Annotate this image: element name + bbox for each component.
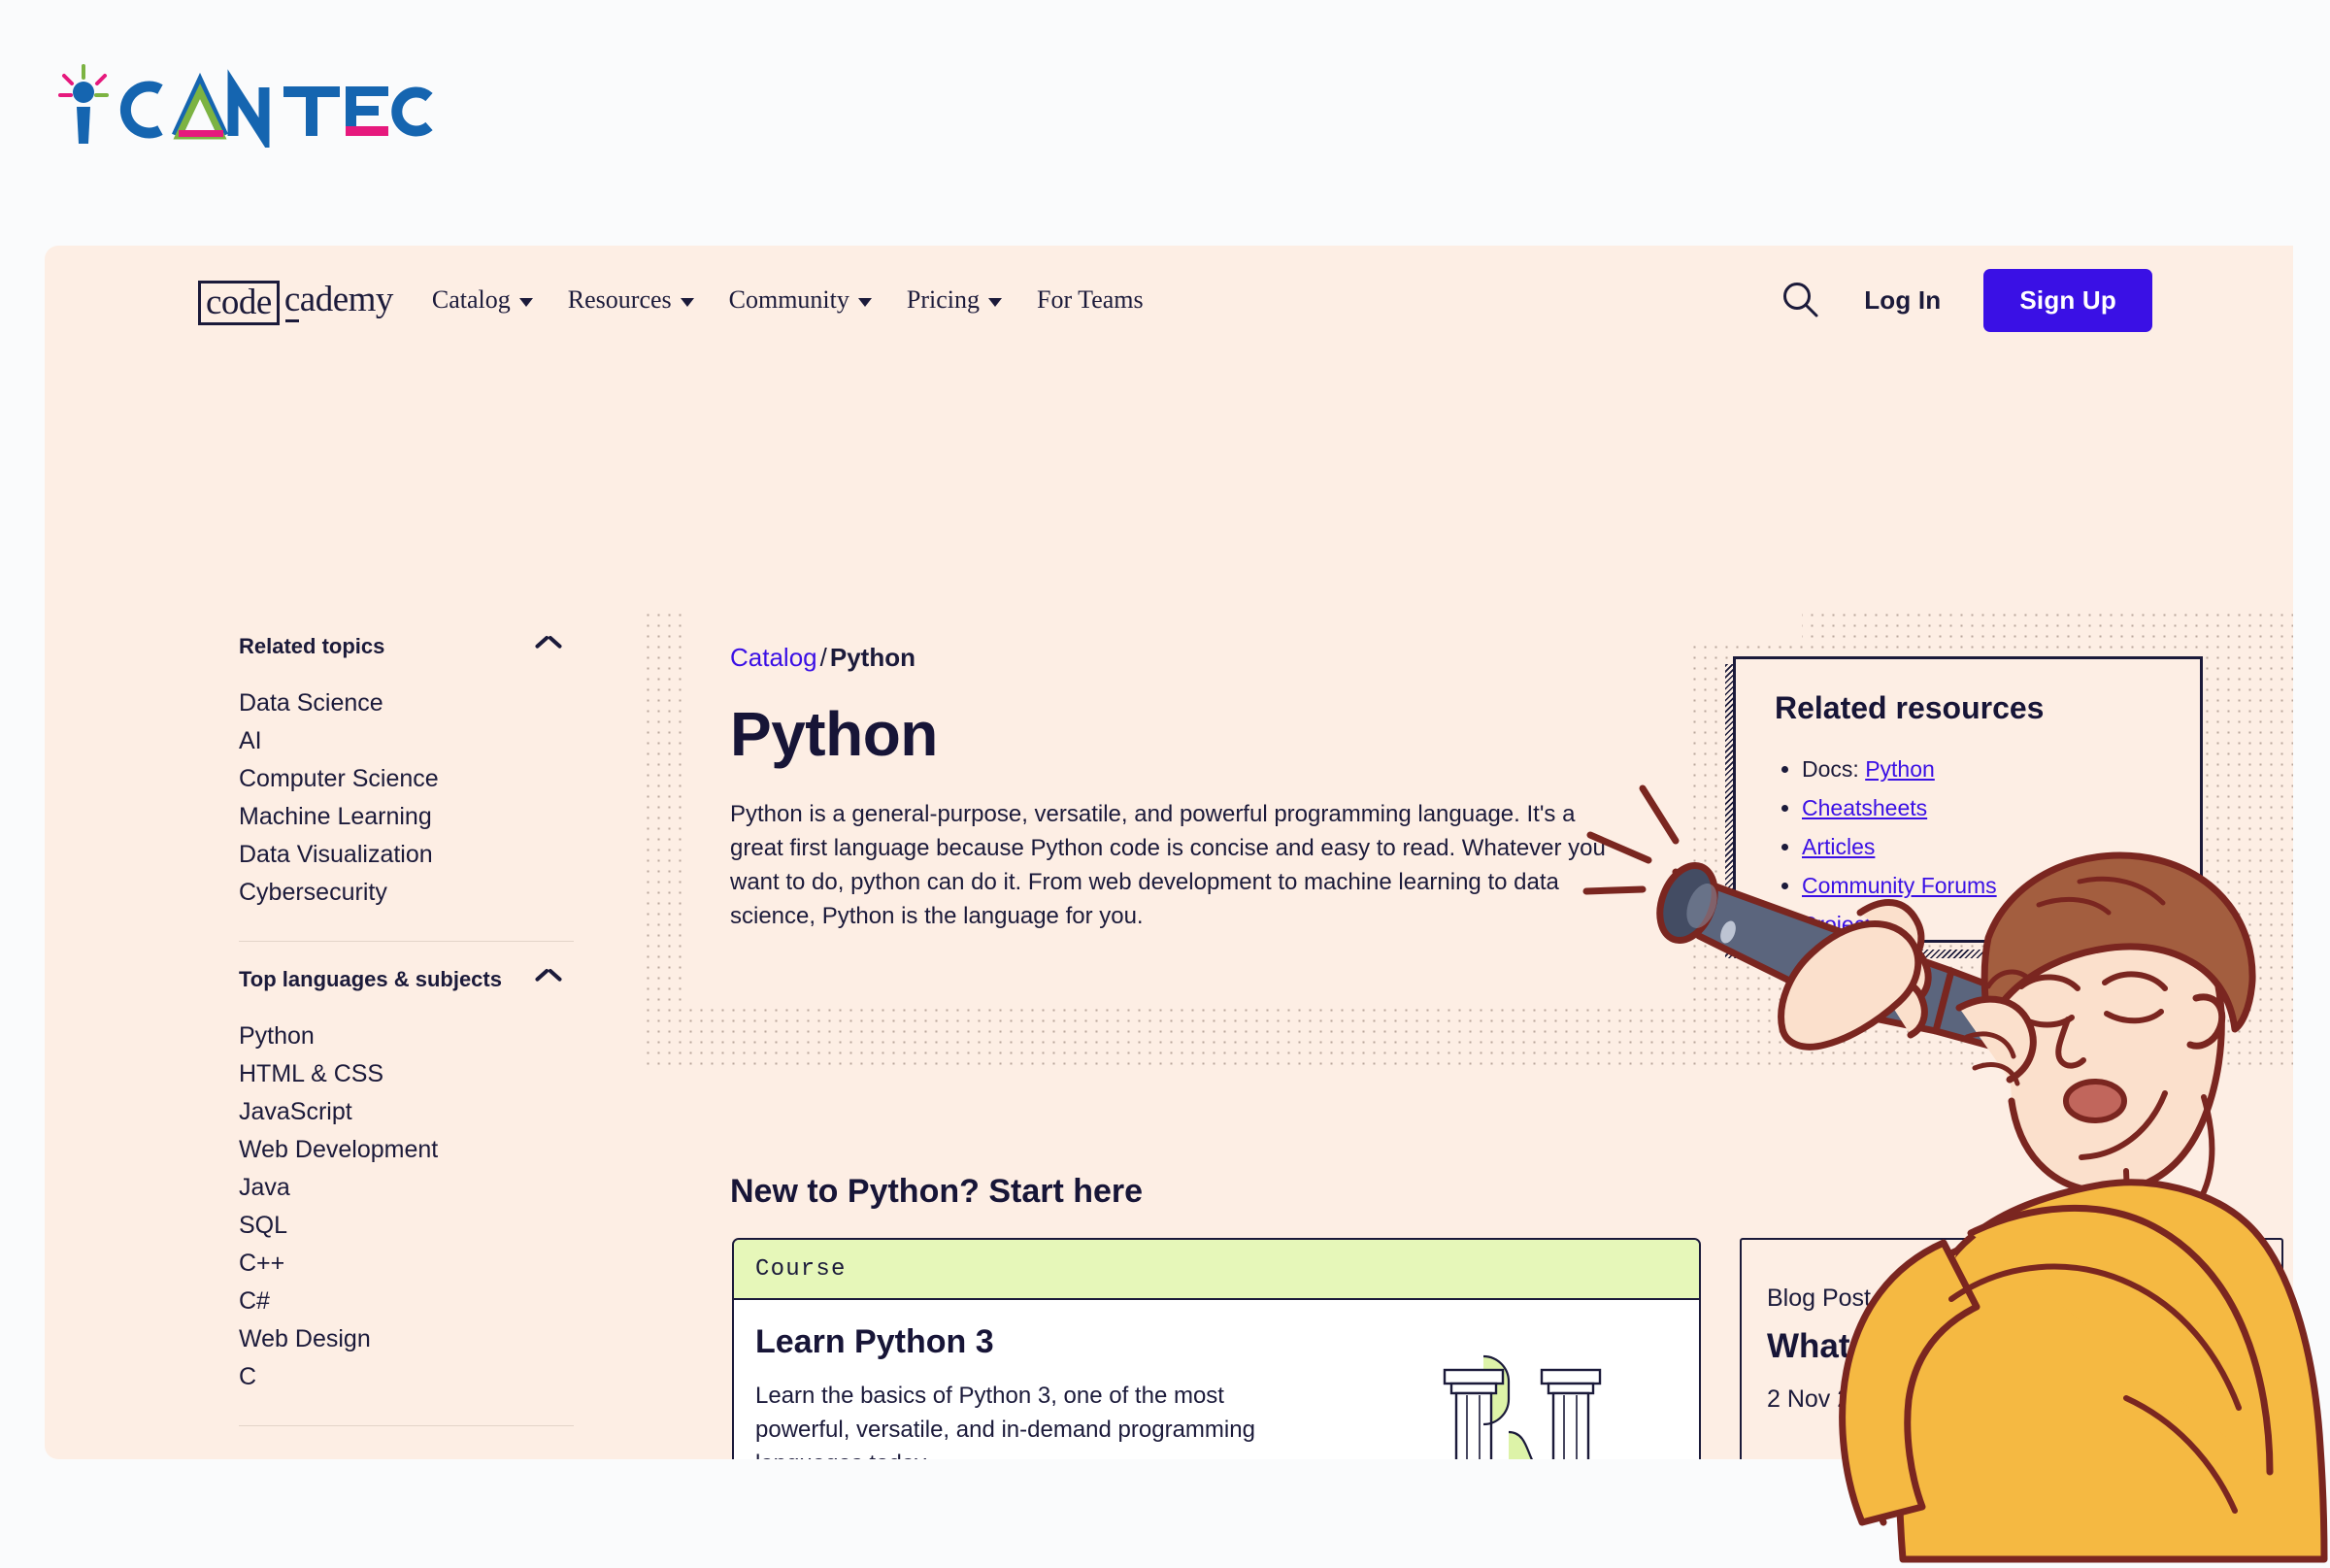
related-resources-list: Docs: Python Cheatsheets Articles Commun… [1802,750,1997,944]
search-icon-graphic [1783,283,1818,317]
breadcrumb-separator: / [819,643,827,672]
course-badge-label: Course [755,1255,847,1283]
related-resource-community-forums-link[interactable]: Community Forums [1802,873,1997,898]
nav-item-community[interactable]: Community [729,285,872,315]
nav-item-for-teams-label: For Teams [1037,285,1144,314]
sidebar-item-data-visualization[interactable]: Data Visualization [239,836,579,874]
greek-columns-icon [1433,1339,1617,1459]
breadcrumb-catalog-link[interactable]: Catalog [730,643,817,672]
brand-header [0,0,2330,248]
catalog-sidebar: Related topics Data Science AI Computer … [239,634,579,1459]
blog-post-title: What is Python used for? [1767,1327,2177,1365]
codecademy-app-panel: code cademy Catalog Resources Community P… [45,246,2293,1459]
related-resources-card: Related resources Docs: Python Cheatshee… [1733,656,2203,943]
related-resource-item-projects: Projects [1802,905,1997,944]
signup-button[interactable]: Sign Up [1983,268,2152,332]
chevron-up-icon[interactable] [536,640,561,653]
sidebar-divider [239,941,574,942]
course-badge-bar: Course [734,1240,1699,1300]
sidebar-section-title-top-languages: Top languages & subjects [239,967,502,991]
sidebar-item-ai[interactable]: AI [239,722,579,760]
nav-links: Catalog Resources Community Pricing For … [432,285,1144,315]
sidebar-item-c[interactable]: C [239,1358,579,1396]
nav-item-resources-label: Resources [567,285,672,314]
icantech-logo[interactable] [58,60,437,148]
nav-item-community-label: Community [728,285,849,314]
course-card[interactable]: Course Learn Python 3 Learn the basics o… [732,1238,1701,1459]
codecademy-logo-rest: cademy [280,282,394,322]
sidebar-divider-bottom [239,1425,574,1426]
related-resource-item-docs: Docs: Python [1802,750,1997,788]
blog-post-card[interactable]: Blog Post What is Python used for? 2 Nov… [1740,1238,2283,1459]
nav-item-catalog[interactable]: Catalog [432,285,533,315]
nav-item-for-teams[interactable]: For Teams [1037,285,1144,315]
related-resource-item-community-forums: Community Forums [1802,866,1997,905]
chevron-down-icon [680,297,694,307]
course-description: Learn the basics of Python 3, one of the… [755,1383,1255,1459]
breadcrumb-current: Python [829,643,915,672]
related-resources-title: Related resources [1775,690,2045,725]
related-resource-cheatsheets-link[interactable]: Cheatsheets [1802,795,1927,820]
sidebar-item-computer-science[interactable]: Computer Science [239,760,579,798]
chevron-down-icon [518,297,533,307]
sidebar-item-javascript[interactable]: JavaScript [239,1093,579,1131]
nav-item-catalog-label: Catalog [431,285,511,314]
chevron-down-icon [988,297,1002,307]
sidebar-section-header-top-languages[interactable]: Top languages & subjects [239,967,579,992]
related-resource-item-cheatsheets: Cheatsheets [1802,788,1997,827]
sidebar-item-cybersecurity[interactable]: Cybersecurity [239,874,579,912]
course-card-body: Learn Python 3 Learn the basics of Pytho… [734,1300,1699,1459]
sidebar-item-web-design[interactable]: Web Design [239,1320,579,1358]
nav-item-pricing-label: Pricing [906,285,980,314]
related-resource-articles-link[interactable]: Articles [1802,834,1875,859]
nav-item-resources[interactable]: Resources [568,285,694,315]
greek-columns-icon-graphic [1443,1354,1602,1459]
sidebar-item-web-development[interactable]: Web Development [239,1131,579,1169]
sidebar-item-html-css[interactable]: HTML & CSS [239,1055,579,1093]
top-navigation-bar: code cademy Catalog Resources Community P… [45,246,2293,354]
icantech-logo-graphic [58,64,433,148]
nav-item-pricing[interactable]: Pricing [907,285,1002,315]
sidebar-item-csharp[interactable]: C# [239,1283,579,1320]
related-resource-docs-link[interactable]: Python [1865,756,1935,782]
sidebar-item-cpp[interactable]: C++ [239,1245,579,1283]
sidebar-item-machine-learning[interactable]: Machine Learning [239,798,579,836]
blog-post-kicker: Blog Post [1767,1284,1872,1312]
related-resource-item-articles: Articles [1802,827,1997,866]
page-description: Python is a general-purpose, versatile, … [730,801,1606,929]
breadcrumb: Catalog / Python [730,643,915,673]
chevron-up-icon[interactable] [536,973,561,986]
codecademy-logo-boxed: code [198,281,280,325]
sidebar-list-related-topics: Data Science AI Computer Science Machine… [239,684,579,912]
chevron-down-icon [857,297,872,307]
sidebar-item-python[interactable]: Python [239,1018,579,1055]
search-icon[interactable] [1781,280,1821,320]
blog-post-date: 2 Nov 2022 [1767,1385,1891,1413]
nav-right-actions: Log In Sign Up [1781,268,2152,332]
sidebar-list-top-languages: Python HTML & CSS JavaScript Web Develop… [239,1018,579,1396]
related-resource-docs-prefix: Docs: [1802,756,1866,782]
sidebar-item-java[interactable]: Java [239,1169,579,1207]
sidebar-item-sql[interactable]: SQL [239,1207,579,1245]
start-here-heading: New to Python? Start here [730,1173,1144,1210]
codecademy-logo[interactable]: code cademy [198,278,394,325]
sidebar-section-title-related-topics: Related topics [239,634,385,658]
related-resources-shadow-bottom [1725,950,2203,958]
sidebar-item-data-science[interactable]: Data Science [239,684,579,722]
related-resource-projects-link[interactable]: Projects [1802,912,1882,937]
hero-content-mask-secondary [1676,610,1802,639]
sidebar-section-header-related-topics[interactable]: Related topics [239,634,579,659]
login-link[interactable]: Log In [1864,285,1941,316]
page-title: Python [730,699,938,769]
